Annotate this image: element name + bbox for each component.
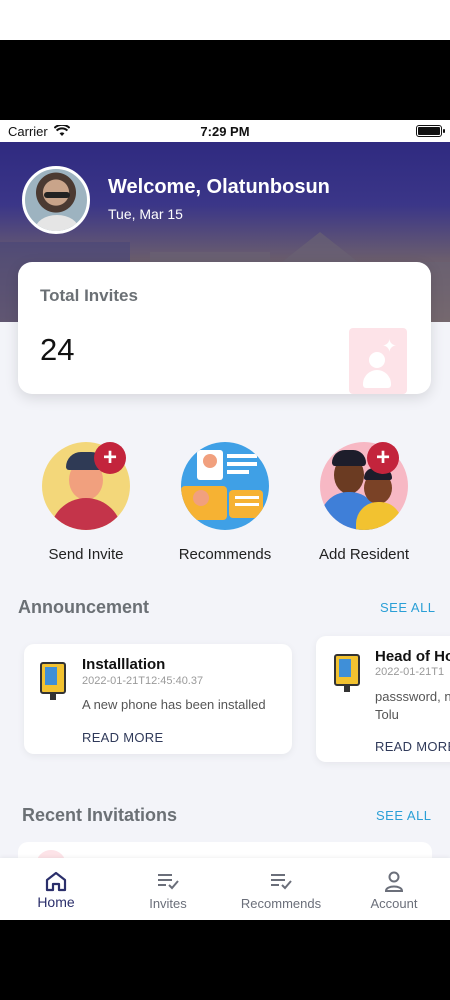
date-text: Tue, Mar 15 [108,206,183,222]
tab-recommends[interactable]: Recommends [225,858,337,920]
plus-icon: + [94,442,126,474]
announcement-card[interactable]: Head of Ho 2022-01-21T1 passsword, n Tol… [316,636,450,762]
status-left: Carrier [8,124,70,139]
display-stand-icon [334,654,360,692]
person-icon [384,871,404,892]
recommends-label: Recommends [178,546,272,563]
read-more-link[interactable]: READ MORE [375,739,450,754]
wifi-icon [53,125,70,136]
avatar[interactable] [22,166,90,234]
tab-invites-label: Invites [149,896,187,911]
announcement-card-title: Head of Ho [375,648,450,665]
send-invite-button[interactable]: + Send Invite [16,442,156,563]
top-white-band [0,0,450,40]
total-invites-count: 24 [40,332,75,367]
tab-invites[interactable]: Invites [112,858,224,920]
announcement-card-body-line-2: Tolu [375,707,399,722]
tab-home[interactable]: Home [0,858,112,920]
announcement-card-time: 2022-01-21T12:45:40.37 [82,675,204,687]
recent-invitations-see-all-link[interactable]: SEE ALL [376,808,432,823]
list-check-icon [158,874,179,890]
display-stand-icon [40,662,66,700]
recent-invitations-title: Recent Invitations [22,805,178,825]
tab-home-label: Home [37,894,75,910]
bottom-tab-bar: Home Invites Recommends Account [0,858,450,920]
top-black-band [0,40,450,120]
plus-icon: + [367,442,399,474]
total-invites-card[interactable]: Total Invites 24 ✦ [18,262,431,394]
person-star-icon: ✦ [349,328,407,394]
quick-actions: + Send Invite Recommends + Add Resident [0,442,450,572]
welcome-text: Welcome, Olatunbosun [108,176,330,198]
announcement-card-body-line-1: passsword, n [375,689,450,704]
tab-account-label: Account [370,896,418,911]
add-resident-label: Add Resident [318,546,410,563]
announcement-card-time: 2022-01-21T1 [375,666,445,678]
recommends-button[interactable]: Recommends [155,442,295,563]
recommends-icon [181,442,269,530]
tab-account[interactable]: Account [338,858,450,920]
carrier-label: Carrier [8,123,48,139]
phone-screen: Carrier 7:29 PM Welcome, Olatunbosun Tue… [0,120,450,920]
announcement-title: Announcement [18,597,150,617]
announcement-see-all-link[interactable]: SEE ALL [380,600,436,615]
announcement-card-title: Installlation [82,656,166,673]
list-check-icon [271,874,292,890]
add-resident-button[interactable]: + Add Resident [294,442,434,563]
status-bar: Carrier 7:29 PM [0,120,450,142]
battery-icon [416,125,445,137]
home-icon [45,871,67,892]
total-invites-label: Total Invites [40,286,138,305]
announcement-card-body: A new phone has been installed [82,697,266,712]
bottom-black-band [0,920,450,1000]
tab-recommends-label: Recommends [240,896,322,911]
announcement-card[interactable]: Installlation 2022-01-21T12:45:40.37 A n… [24,644,292,754]
read-more-link[interactable]: READ MORE [82,730,163,745]
send-invite-label: Send Invite [48,546,124,563]
